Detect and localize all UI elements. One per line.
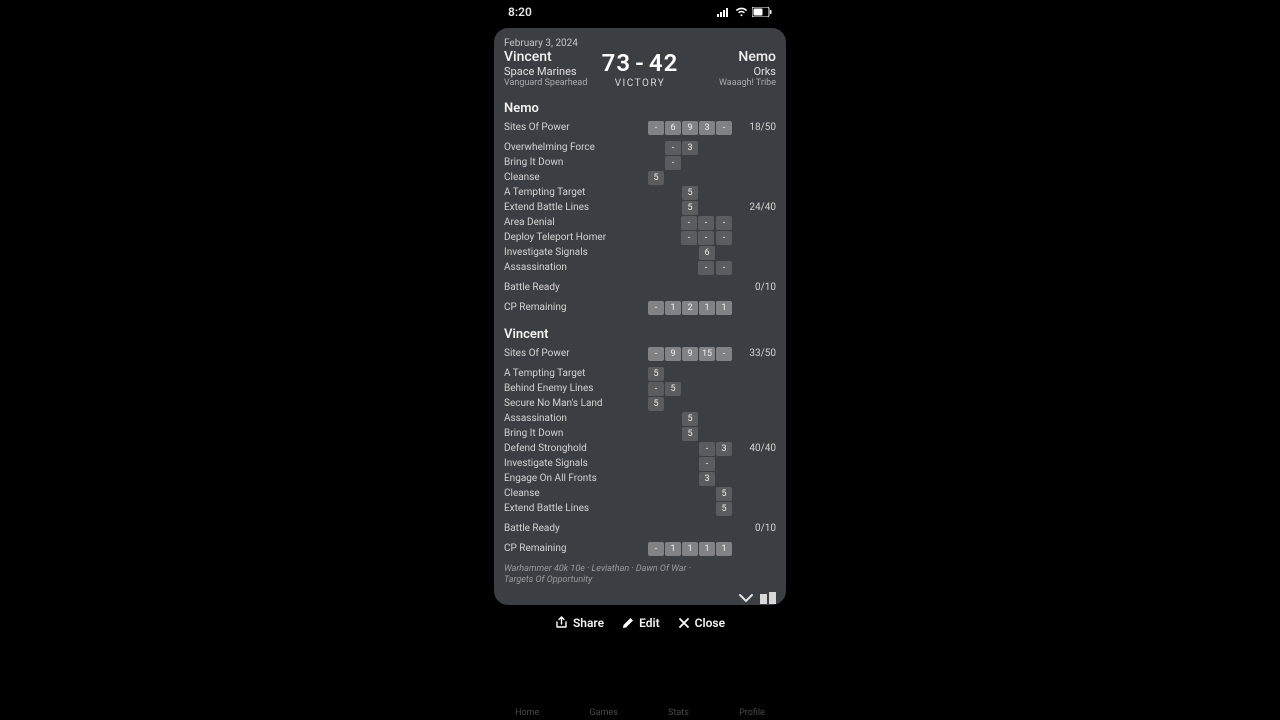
row-label: Behind Enemy Lines (504, 383, 648, 394)
edit-button[interactable]: Edit (622, 616, 660, 630)
row-label: CP Remaining (504, 302, 648, 313)
row-label: Deploy Teleport Homer (504, 232, 630, 243)
pencil-icon (622, 617, 634, 629)
battery-icon (752, 7, 772, 17)
score-row-nemo-overwhelming-force: Overwhelming Force-3 (504, 140, 776, 155)
card-footer-icons (490, 589, 790, 608)
row-label: Bring It Down (504, 157, 648, 168)
row-label: Investigate Signals (504, 247, 648, 258)
tab-games[interactable]: Games (590, 708, 618, 718)
score-row-nemo-assassination: Assassination-- (504, 260, 776, 275)
row-label: Extend Battle Lines (504, 503, 648, 514)
share-button[interactable]: Share (555, 616, 604, 630)
match-result: VICTORY (615, 78, 666, 89)
row-label: Overwhelming Force (504, 142, 648, 153)
score-p1: 73 (602, 49, 631, 77)
score-row-nemo-a-tempting-target: A Tempting Target5 (504, 185, 776, 200)
row-label: Assassination (504, 413, 648, 424)
row-label: Bring It Down (504, 428, 648, 439)
row-total: 18/50 (738, 122, 776, 133)
score-row-vincent-assassination: Assassination5 (504, 411, 776, 426)
player2-faction: Orks (753, 65, 776, 78)
row-total: 0/10 (738, 523, 776, 534)
score-row-vincent-secure-no-man-s-land: Secure No Man's Land5 (504, 396, 776, 411)
cellular-icon (717, 7, 731, 17)
phone-frame: 8:20 February 3, 2024 Vincent Space Mari… (490, 0, 790, 720)
row-label: Battle Ready (504, 282, 648, 293)
score-row-nemo-cleanse: Cleanse5 (504, 170, 776, 185)
row-label: Sites Of Power (504, 122, 648, 133)
score-row-nemo-primary: Sites Of Power-693-18/50 (504, 120, 776, 135)
row-label: A Tempting Target (504, 368, 648, 379)
row-label: Investigate Signals (504, 458, 648, 469)
score-row-vincent-defend-stronghold: Defend Stronghold-340/40 (504, 441, 776, 456)
row-total: 24/40 (738, 202, 776, 213)
score-row-vincent-primary: Sites Of Power-9915-33/50 (504, 346, 776, 361)
score-row-vincent-battle-ready: Battle Ready 0/10 (504, 521, 776, 536)
row-label: CP Remaining (504, 543, 648, 554)
close-button[interactable]: Close (678, 616, 725, 630)
chevron-down-icon[interactable] (738, 589, 754, 608)
match-score: 73-42 (602, 49, 679, 77)
match-footnote: Warhammer 40k 10e · Leviathan · Dawn Of … (504, 564, 704, 587)
row-label: Cleanse (504, 488, 648, 499)
row-total: 40/40 (738, 443, 776, 454)
row-label: Defend Stronghold (504, 443, 648, 454)
section-title-nemo: Nemo (504, 101, 776, 116)
tab-stats[interactable]: Stats (668, 708, 689, 718)
row-label: Engage On All Fronts (504, 473, 648, 484)
close-icon (678, 617, 690, 629)
score-row-nemo-extend-battle-lines: Extend Battle Lines524/40 (504, 200, 776, 215)
score-p2: 42 (649, 49, 678, 77)
score-row-vincent-extend-battle-lines: Extend Battle Lines5 (504, 501, 776, 516)
score-row-nemo-deploy-teleport-homer: Deploy Teleport Homer--- (504, 230, 776, 245)
row-label: Cleanse (504, 172, 648, 183)
row-label: Area Denial (504, 217, 630, 228)
score-row-nemo-cp: CP Remaining-1211 (504, 300, 776, 315)
match-card: February 3, 2024 Vincent Space Marines V… (494, 28, 786, 605)
app-badge-icon (760, 589, 778, 608)
edit-label: Edit (639, 616, 660, 630)
player1-name: Vincent (504, 49, 596, 65)
row-total: 33/50 (738, 348, 776, 359)
wifi-icon (735, 7, 748, 17)
score-row-vincent-behind-enemy-lines: Behind Enemy Lines-5 (504, 381, 776, 396)
action-bar: Share Edit Close (490, 616, 790, 630)
tab-home[interactable]: Home (515, 708, 539, 718)
close-label: Close (695, 616, 725, 630)
score-row-vincent-engage-on-all-fronts: Engage On All Fronts3 (504, 471, 776, 486)
score-row-vincent-bring-it-down: Bring It Down5 (504, 426, 776, 441)
share-label: Share (573, 616, 604, 630)
row-label: Battle Ready (504, 523, 648, 534)
status-time: 8:20 (508, 5, 532, 19)
score-row-vincent-investigate-signals: Investigate Signals- (504, 456, 776, 471)
row-label: A Tempting Target (504, 187, 648, 198)
score-row-vincent-a-tempting-target: A Tempting Target5 (504, 366, 776, 381)
row-label: Sites Of Power (504, 348, 648, 359)
score-row-nemo-bring-it-down: Bring It Down- (504, 155, 776, 170)
match-header: Vincent Space Marines Vanguard Spearhead… (504, 49, 776, 89)
match-date: February 3, 2024 (504, 38, 776, 49)
player1-faction: Space Marines (504, 65, 596, 78)
tab-profile[interactable]: Profile (739, 708, 765, 718)
row-label: Secure No Man's Land (504, 398, 648, 409)
tab-bar: Home Games Stats Profile (490, 684, 790, 720)
player2-detachment: Waaagh! Tribe (719, 78, 776, 88)
row-label: Extend Battle Lines (504, 202, 648, 213)
player1-detachment: Vanguard Spearhead (504, 78, 596, 88)
status-bar: 8:20 (490, 0, 790, 28)
score-row-nemo-battle-ready: Battle Ready 0/10 (504, 280, 776, 295)
score-row-vincent-cp: CP Remaining-1111 (504, 541, 776, 556)
score-row-nemo-investigate-signals: Investigate Signals6 (504, 245, 776, 260)
row-total: 0/10 (738, 282, 776, 293)
row-label: Assassination (504, 262, 630, 273)
score-row-vincent-cleanse: Cleanse5 (504, 486, 776, 501)
share-icon (555, 616, 568, 629)
player2-name: Nemo (738, 49, 776, 65)
score-row-nemo-area-denial: Area Denial--- (504, 215, 776, 230)
section-title-vincent: Vincent (504, 327, 776, 342)
